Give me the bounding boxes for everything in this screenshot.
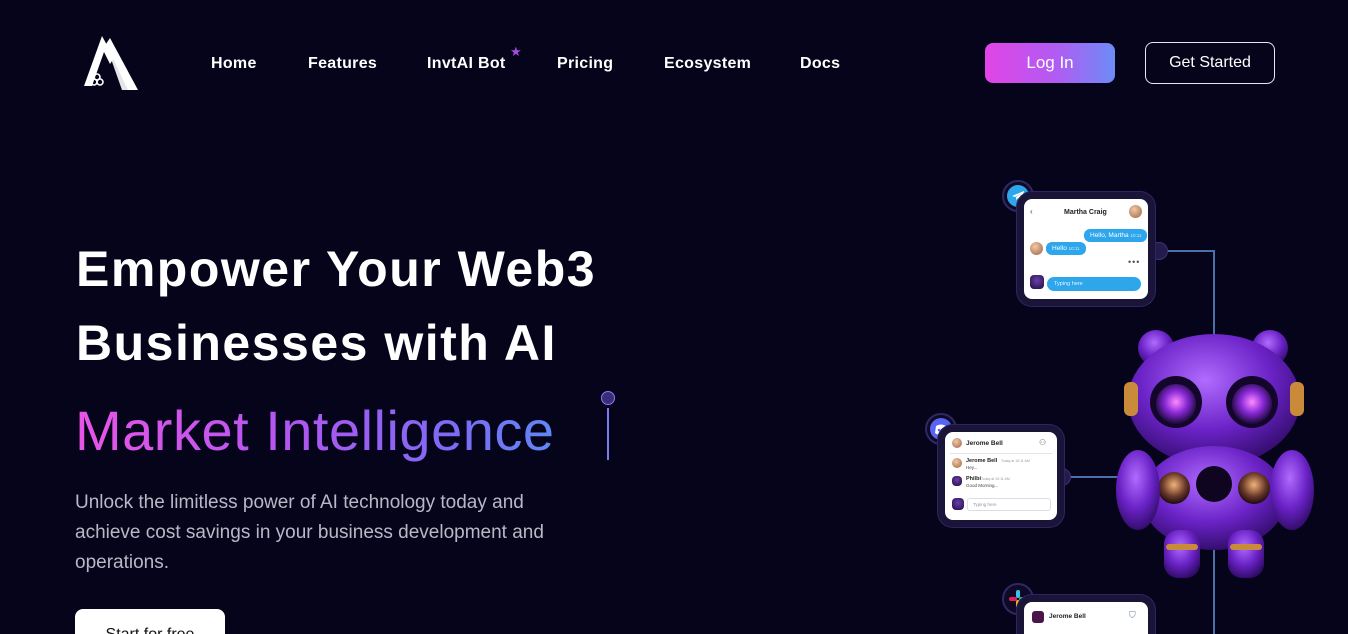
bot-avatar-input xyxy=(952,498,964,510)
discord-msg1-time: Today at 10:11 AM xyxy=(1001,459,1030,463)
discord-msg2-text: Good Morning... xyxy=(966,483,999,488)
discord-typing-input[interactable]: Typing here xyxy=(967,498,1051,511)
nav-features[interactable]: Features xyxy=(308,52,377,76)
back-chevron-icon[interactable]: ‹ xyxy=(1030,207,1033,216)
hero-title-line2: Businesses with AI xyxy=(76,315,557,371)
hero-subtitle: Unlock the limitless power of AI technol… xyxy=(75,492,544,573)
bot-avatar xyxy=(1030,275,1044,289)
start-free-button[interactable]: Start for free xyxy=(75,609,225,634)
telegram-contact-name: Martha Craig xyxy=(1064,209,1107,216)
nav-pricing[interactable]: Pricing xyxy=(557,52,613,76)
sender-avatar xyxy=(1030,242,1043,255)
discord-chat-card: Jerome Bell ⚇ Jerome Bell Today at 10:11… xyxy=(945,432,1057,520)
hero-title: Empower Your Web3 Businesses with AI xyxy=(76,232,696,380)
star-icon: ★ xyxy=(510,44,522,59)
login-button[interactable]: Log In xyxy=(985,43,1115,83)
telegram-message-in-text: Hello xyxy=(1052,245,1067,252)
more-dots-icon: ••• xyxy=(1128,257,1141,267)
nav-ecosystem[interactable]: Ecosystem xyxy=(664,52,751,76)
nav-docs[interactable]: Docs xyxy=(800,52,840,76)
nav-invtai-bot[interactable]: InvtAI Bot xyxy=(427,52,506,76)
discord-msg2-name: Philbi xyxy=(966,476,981,482)
telegram-chat-card: ‹ Martha Craig Hello, Martha 10:11 Hello… xyxy=(1024,199,1148,299)
sender-avatar xyxy=(952,458,962,468)
telegram-message-out: Hello, Martha 10:11 xyxy=(1084,229,1148,242)
nav-home[interactable]: Home xyxy=(211,52,257,76)
telegram-message-out-text: Hello, Martha xyxy=(1090,232,1129,239)
hero-title-line1: Empower Your Web3 xyxy=(76,241,597,297)
robot-mascot-icon xyxy=(1116,330,1314,578)
get-started-button[interactable]: Get Started xyxy=(1145,42,1275,84)
telegram-message-in-time: 10:11 xyxy=(1068,246,1080,251)
discord-contact-name: Jerome Bell xyxy=(966,440,1003,447)
discord-msg1-name: Jerome Bell xyxy=(966,458,998,464)
contact-avatar xyxy=(952,438,962,448)
caret-dot xyxy=(601,391,615,405)
shield-icon: ⛉ xyxy=(1129,610,1136,620)
connector-dot-top xyxy=(1150,242,1168,260)
connector-line-top xyxy=(1166,250,1214,252)
add-user-icon[interactable]: ⚇ xyxy=(1039,438,1046,447)
divider xyxy=(950,453,1052,454)
bot-avatar xyxy=(952,476,962,486)
slack-chat-card: Jerome Bell ⛉ xyxy=(1024,602,1148,634)
landing-page: Home Features InvtAI Bot Pricing Ecosyst… xyxy=(0,0,1348,634)
discord-msg2-time: Today at 10:11 AM xyxy=(981,477,1010,481)
slack-contact-name: Jerome Bell xyxy=(1049,613,1086,620)
typing-caret xyxy=(607,408,609,460)
hero-accent-text: Market Intelligence xyxy=(75,396,555,466)
discord-msg1-text: Hey... xyxy=(966,465,978,470)
telegram-message-out-time: 10:11 xyxy=(1130,233,1142,238)
contact-avatar xyxy=(1129,205,1142,218)
telegram-typing-input[interactable]: Typing here xyxy=(1047,277,1141,291)
telegram-message-in: Hello 10:11 xyxy=(1046,242,1086,255)
brand-logo[interactable] xyxy=(80,34,142,92)
slack-avatar xyxy=(1032,611,1044,623)
hero-illustration: ‹ Martha Craig Hello, Martha 10:11 Hello… xyxy=(900,170,1348,634)
